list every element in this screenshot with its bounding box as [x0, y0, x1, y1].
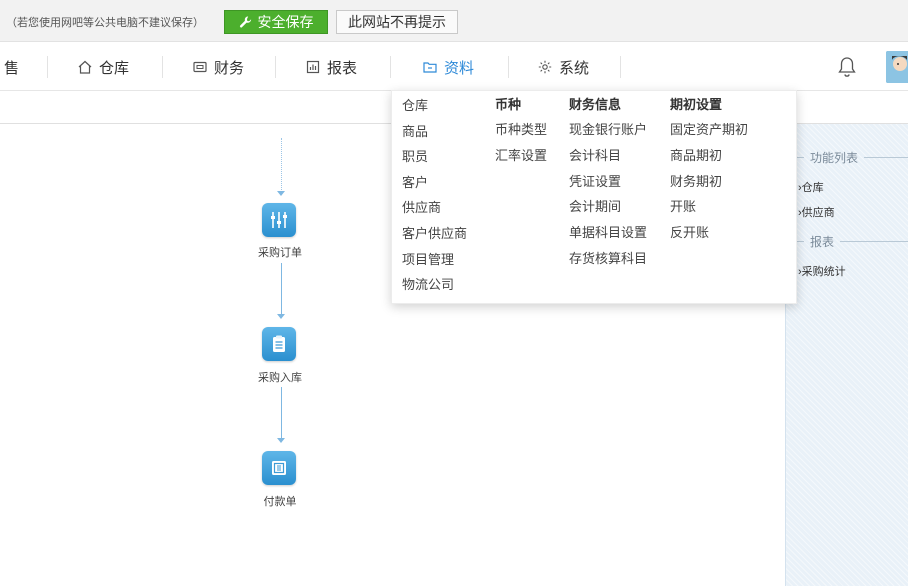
nav-item-label: 仓库: [99, 59, 130, 77]
no-more-reminder-button[interactable]: 此网站不再提示: [336, 10, 458, 34]
user-avatar[interactable]: [886, 51, 908, 83]
folder-icon: [423, 62, 437, 73]
payment-order-node[interactable]: [262, 451, 296, 485]
nav-item-label: 报表: [327, 59, 358, 77]
function-link-warehouse[interactable]: ›仓库: [798, 179, 824, 195]
nav-item-finance[interactable]: 财务: [192, 43, 244, 91]
purchase-inbound-label[interactable]: 采购入库: [240, 369, 320, 385]
wallet-icon: [193, 61, 207, 73]
menu-item-document-subject[interactable]: 单据科目设置: [569, 222, 647, 241]
menu-item-goods-opening[interactable]: 商品期初: [670, 145, 722, 164]
nav-item-label: 售: [4, 59, 20, 77]
purchase-order-node[interactable]: [262, 203, 296, 237]
nav-item-label: 资料: [444, 59, 475, 77]
flow-connector: [281, 387, 282, 439]
main-nav: 售 仓库 财务 报表 资料 系统: [0, 43, 908, 91]
sliders-icon: [271, 212, 287, 228]
notice-text: （若您使用网吧等公共电脑不建议保存）: [6, 17, 204, 29]
menu-item-cash-bank[interactable]: 现金银行账户: [569, 119, 647, 138]
function-list-panel: 功能列表 ›仓库 ›供应商 报表 ›采购统计: [785, 124, 908, 586]
nav-divider: [620, 56, 621, 78]
notification-bell-icon[interactable]: [836, 55, 858, 79]
menu-item-goods[interactable]: 商品: [402, 121, 428, 140]
menu-heading-opening: 期初设置: [670, 97, 723, 112]
flow-connector: [281, 263, 282, 315]
menu-item-accounting-period[interactable]: 会计期间: [569, 196, 621, 215]
arrow-down-icon: [277, 191, 285, 196]
nav-item-label: 系统: [559, 59, 590, 77]
menu-item-exchange-rate[interactable]: 汇率设置: [495, 145, 547, 164]
nav-item-reports[interactable]: 报表: [305, 43, 357, 91]
menu-item-voucher-settings[interactable]: 凭证设置: [569, 171, 621, 190]
menu-item-accounting-subject[interactable]: 会计科目: [569, 145, 621, 164]
menu-item-logistics[interactable]: 物流公司: [402, 274, 454, 293]
save-notice-bar: （若您使用网吧等公共电脑不建议保存） 安全保存 此网站不再提示: [0, 0, 908, 42]
safe-save-button[interactable]: 安全保存: [224, 10, 328, 34]
menu-item-fixed-asset-opening[interactable]: 固定资产期初: [670, 119, 748, 138]
nav-divider: [162, 56, 163, 78]
nav-item-sales[interactable]: 售: [4, 43, 19, 91]
nav-divider: [390, 56, 391, 78]
safe-save-label: 安全保存: [257, 14, 314, 30]
document-icon: [272, 461, 286, 475]
gear-icon: [538, 60, 552, 74]
arrow-down-icon: [277, 314, 285, 319]
menu-item-customer[interactable]: 客户: [402, 172, 428, 191]
menu-item-supplier[interactable]: 供应商: [402, 197, 441, 216]
home-icon: [78, 60, 92, 74]
menu-item-staff[interactable]: 职员: [402, 146, 428, 165]
nav-item-system[interactable]: 系统: [537, 43, 589, 91]
chart-icon: [306, 60, 320, 74]
avatar-icon: [886, 51, 908, 83]
menu-item-reverse-open[interactable]: 反开账: [670, 222, 709, 241]
nav-divider: [47, 56, 48, 78]
wrench-icon: [239, 16, 251, 28]
nav-divider: [508, 56, 509, 78]
menu-heading-finance: 财务信息: [569, 97, 622, 112]
menu-item-customer-supplier[interactable]: 客户供应商: [402, 223, 467, 242]
menu-item-currency-type[interactable]: 币种类型: [495, 119, 547, 138]
clipboard-icon: [273, 335, 285, 352]
payment-order-label[interactable]: 付款单: [240, 493, 320, 509]
nav-item-warehouse[interactable]: 仓库: [77, 43, 129, 91]
purchase-order-label[interactable]: 采购订单: [240, 244, 320, 260]
function-list-heading: 功能列表: [796, 149, 908, 165]
menu-item-finance-opening[interactable]: 财务期初: [670, 171, 722, 190]
arrow-down-icon: [277, 438, 285, 443]
flow-connector: [281, 138, 282, 192]
data-dropdown-menu: 仓库 商品 职员 客户 供应商 客户供应商 项目管理 物流公司 币种 币种类型 …: [391, 90, 797, 304]
menu-item-warehouse[interactable]: 仓库: [402, 95, 428, 114]
function-link-supplier[interactable]: ›供应商: [798, 204, 835, 220]
menu-item-project[interactable]: 项目管理: [402, 249, 454, 268]
menu-heading-currency: 币种: [495, 97, 522, 112]
menu-item-open-account[interactable]: 开账: [670, 196, 696, 215]
nav-item-data[interactable]: 资料: [422, 43, 474, 91]
report-heading: 报表: [796, 233, 908, 249]
purchase-inbound-node[interactable]: [262, 327, 296, 361]
menu-item-inventory-subject[interactable]: 存货核算科目: [569, 248, 647, 267]
nav-divider: [275, 56, 276, 78]
report-link-purchase-stats[interactable]: ›采购统计: [798, 263, 846, 279]
nav-item-label: 财务: [214, 59, 245, 77]
